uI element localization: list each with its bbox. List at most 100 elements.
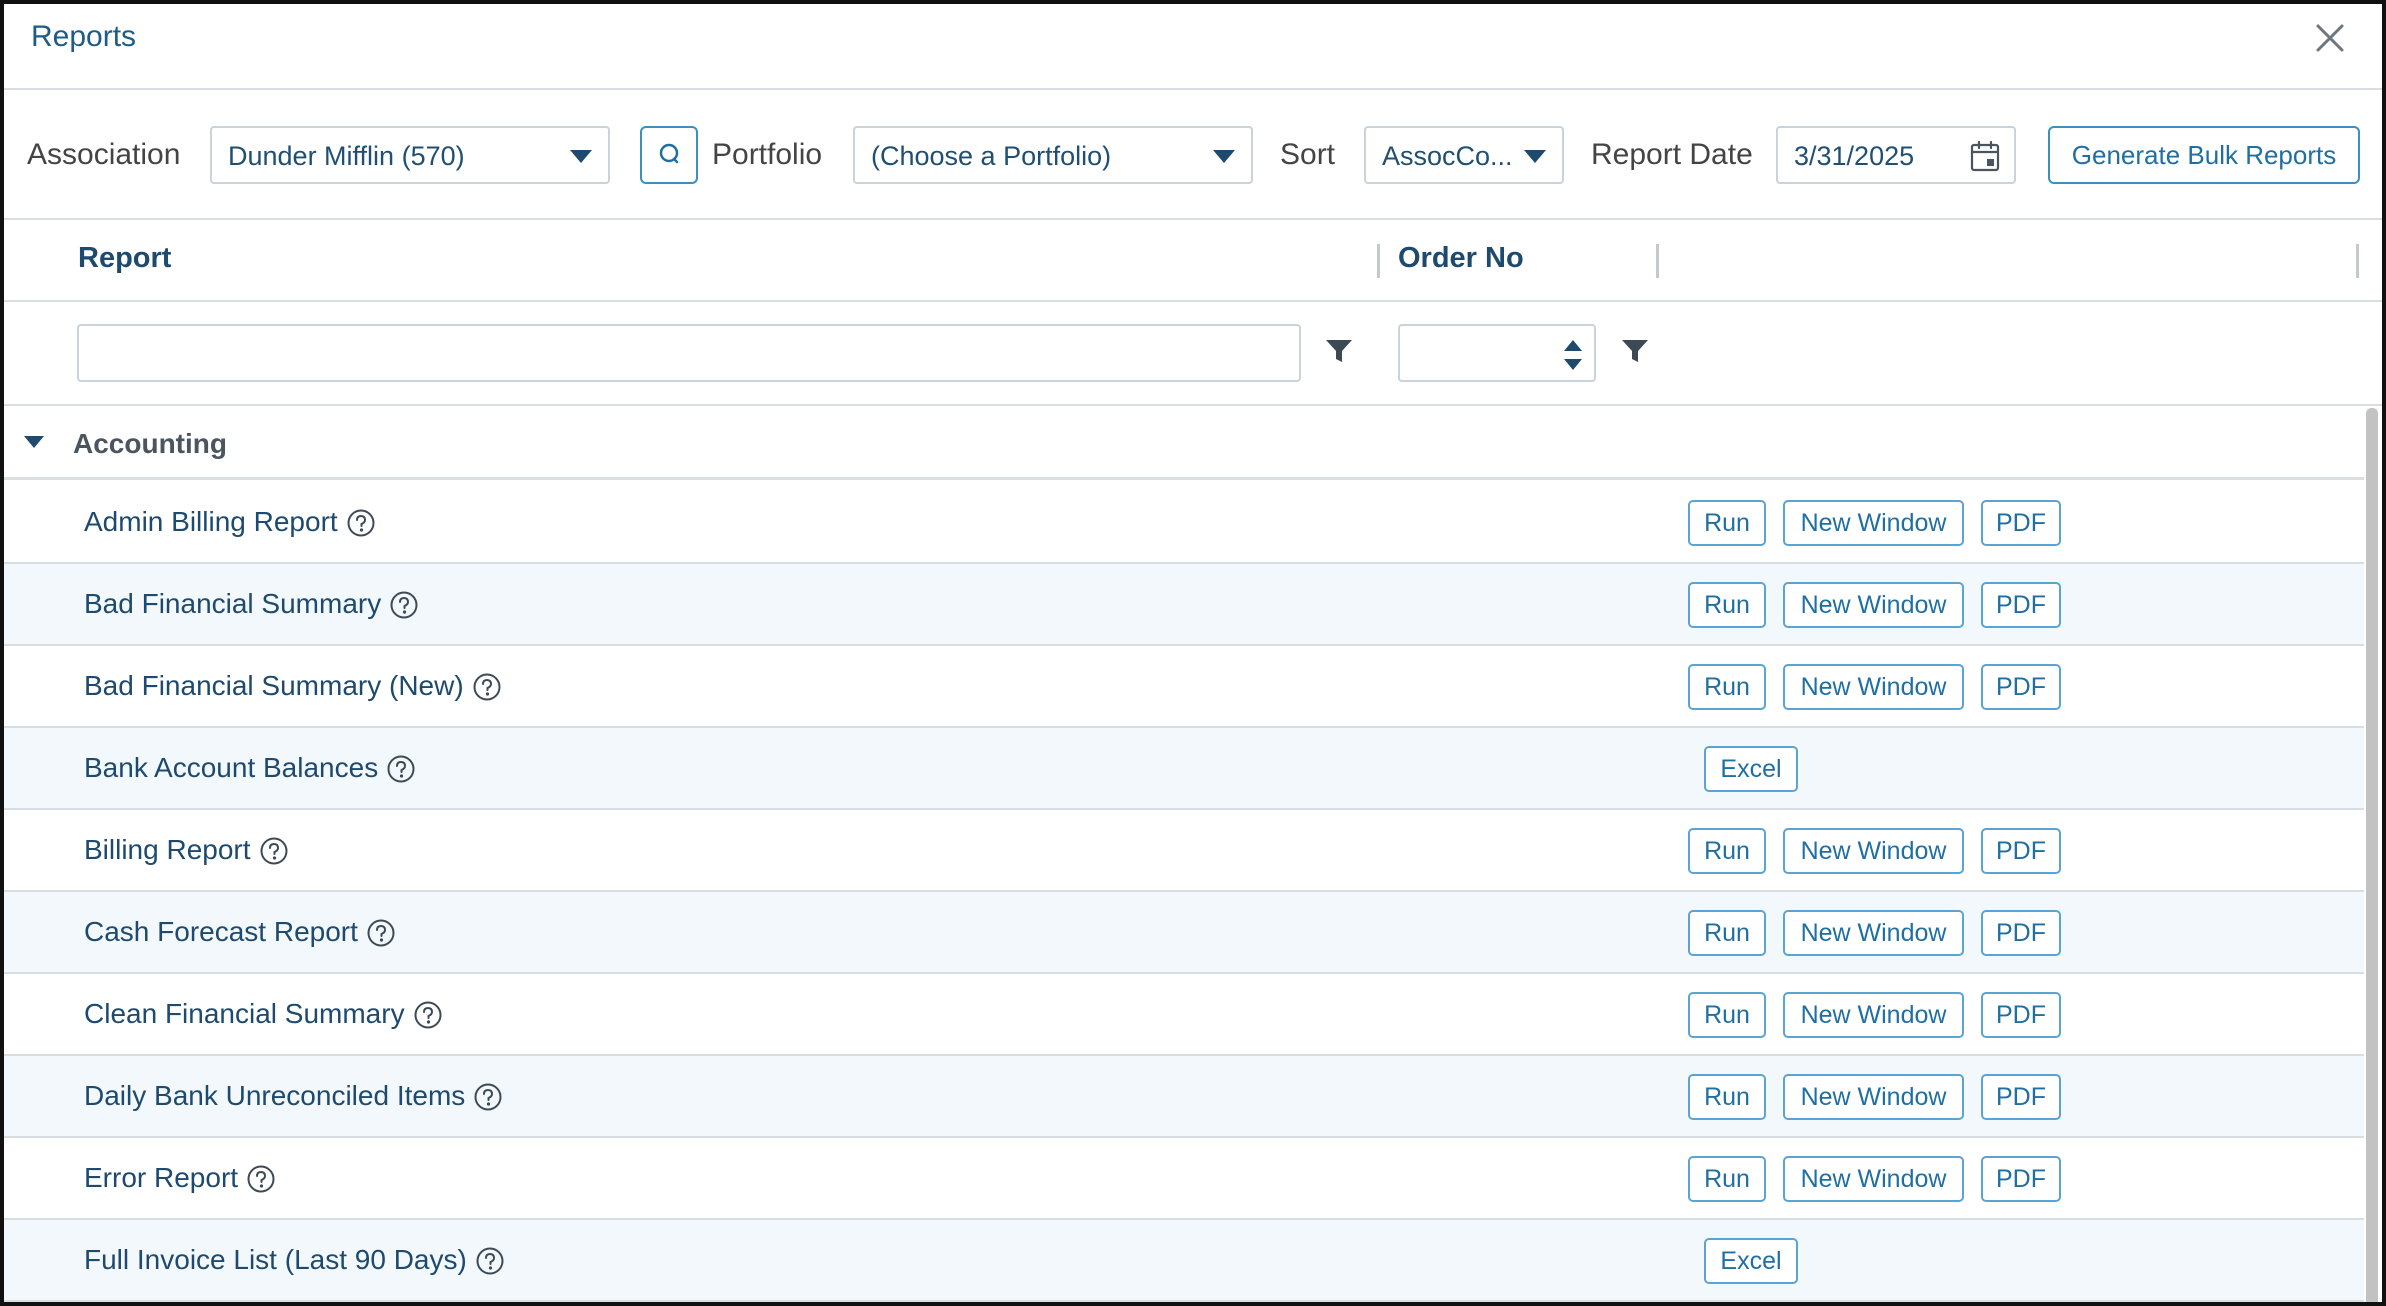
report-date-input[interactable]: 3/31/2025	[1776, 126, 2016, 184]
filter-row	[4, 302, 2382, 406]
association-select[interactable]: Dunder Mifflin (570)	[210, 126, 610, 184]
report-name-text: Bank Account Balances	[84, 752, 379, 783]
reports-dialog: Reports Association Dunder Mifflin (570)…	[0, 0, 2386, 1306]
pdf-button[interactable]: PDF	[1981, 910, 2061, 956]
column-resize-handle[interactable]	[2356, 244, 2359, 278]
run-button[interactable]: Run	[1688, 500, 1766, 546]
close-icon[interactable]	[2310, 18, 2350, 58]
pdf-button[interactable]: PDF	[1981, 992, 2061, 1038]
report-date-value: 3/31/2025	[1794, 141, 1915, 171]
chevron-down-icon	[1524, 150, 1546, 163]
table-row: Full Invoice List (Last 90 Days) Excel	[4, 1220, 2364, 1302]
help-icon[interactable]	[475, 1246, 505, 1276]
report-name: Bad Financial Summary	[84, 588, 419, 620]
run-button[interactable]: Run	[1688, 1156, 1766, 1202]
filter-icon[interactable]	[1324, 336, 1354, 366]
new-window-button[interactable]: New Window	[1783, 828, 1964, 874]
filter-icon[interactable]	[1620, 336, 1650, 366]
association-select-value: Dunder Mifflin (570)	[228, 141, 465, 171]
help-icon[interactable]	[346, 508, 376, 538]
report-name-text: Cash Forecast Report	[84, 916, 358, 947]
new-window-button[interactable]: New Window	[1783, 500, 1964, 546]
run-button[interactable]: Run	[1688, 828, 1766, 874]
generate-bulk-reports-button[interactable]: Generate Bulk Reports	[2048, 126, 2360, 184]
table-row: Clean Financial Summary Run New Window PDF	[4, 974, 2364, 1056]
pdf-button[interactable]: PDF	[1981, 500, 2061, 546]
help-icon[interactable]	[366, 918, 396, 948]
help-icon[interactable]	[259, 836, 289, 866]
pdf-button[interactable]: PDF	[1981, 664, 2061, 710]
new-window-button[interactable]: New Window	[1783, 582, 1964, 628]
run-button[interactable]: Run	[1688, 582, 1766, 628]
report-name-text: Bad Financial Summary	[84, 588, 382, 619]
report-name-text: Billing Report	[84, 834, 251, 865]
grid-header: Report Order No	[4, 220, 2382, 302]
group-row-accounting[interactable]: Accounting	[4, 408, 2364, 480]
help-icon[interactable]	[389, 590, 419, 620]
help-icon[interactable]	[473, 1082, 503, 1112]
column-resize-handle[interactable]	[1656, 244, 1659, 278]
report-name: Admin Billing Report	[84, 506, 376, 538]
association-label: Association	[27, 138, 181, 171]
table-row: Admin Billing Report Run New Window PDF	[4, 482, 2364, 564]
pdf-button[interactable]: PDF	[1981, 582, 2061, 628]
run-button[interactable]: Run	[1688, 992, 1766, 1038]
report-list: Admin Billing Report Run New Window PDF Bad …	[4, 482, 2364, 1302]
scrollbar-thumb[interactable]	[2366, 408, 2378, 1302]
chevron-down-icon	[1213, 150, 1235, 163]
new-window-button[interactable]: New Window	[1783, 664, 1964, 710]
vertical-scrollbar[interactable]	[2366, 408, 2378, 1302]
number-spinner-icon[interactable]	[1562, 338, 1584, 372]
column-header-order-no[interactable]: Order No	[1398, 242, 1524, 275]
run-button[interactable]: Run	[1688, 910, 1766, 956]
portfolio-select[interactable]: (Choose a Portfolio)	[853, 126, 1253, 184]
excel-button[interactable]: Excel	[1704, 746, 1798, 792]
run-button[interactable]: Run	[1688, 664, 1766, 710]
report-filter-input[interactable]	[77, 324, 1301, 382]
report-name: Daily Bank Unreconciled Items	[84, 1080, 503, 1112]
report-name: Billing Report	[84, 834, 289, 866]
column-resize-handle[interactable]	[1377, 244, 1380, 278]
column-header-report[interactable]: Report	[78, 242, 171, 275]
sort-select[interactable]: AssocCo...	[1364, 126, 1564, 184]
report-name-text: Full Invoice List (Last 90 Days)	[84, 1244, 467, 1275]
table-row: Bank Account Balances Excel	[4, 728, 2364, 810]
search-icon	[659, 143, 679, 164]
table-row: Bad Financial Summary (New) Run New Window…	[4, 646, 2364, 728]
calendar-icon[interactable]	[1970, 140, 2000, 172]
run-button[interactable]: Run	[1688, 1074, 1766, 1120]
report-name-text: Error Report	[84, 1162, 239, 1193]
pdf-button[interactable]: PDF	[1981, 1074, 2061, 1120]
new-window-button[interactable]: New Window	[1783, 910, 1964, 956]
pdf-button[interactable]: PDF	[1981, 828, 2061, 874]
order-no-filter-input[interactable]	[1398, 324, 1596, 382]
caret-down-icon[interactable]	[22, 432, 46, 452]
pdf-button[interactable]: PDF	[1981, 1156, 2061, 1202]
excel-button[interactable]: Excel	[1704, 1238, 1798, 1284]
new-window-button[interactable]: New Window	[1783, 992, 1964, 1038]
report-date-label: Report Date	[1591, 138, 1753, 171]
association-search-button[interactable]	[640, 126, 698, 184]
report-name-text: Clean Financial Summary	[84, 998, 405, 1029]
report-name: Clean Financial Summary	[84, 998, 443, 1030]
help-icon[interactable]	[413, 1000, 443, 1030]
report-toolbar: Association Dunder Mifflin (570) Portfol…	[4, 90, 2382, 220]
portfolio-select-value: (Choose a Portfolio)	[871, 141, 1112, 171]
report-name: Cash Forecast Report	[84, 916, 396, 948]
help-icon[interactable]	[246, 1164, 276, 1194]
sort-select-value: AssocCo...	[1382, 141, 1513, 171]
portfolio-label: Portfolio	[712, 138, 823, 171]
table-row: Billing Report Run New Window PDF	[4, 810, 2364, 892]
report-name: Full Invoice List (Last 90 Days)	[84, 1244, 505, 1276]
sort-label: Sort	[1280, 138, 1336, 171]
help-icon[interactable]	[386, 754, 416, 784]
report-name: Error Report	[84, 1162, 276, 1194]
new-window-button[interactable]: New Window	[1783, 1074, 1964, 1120]
table-row: Cash Forecast Report Run New Window PDF	[4, 892, 2364, 974]
new-window-button[interactable]: New Window	[1783, 1156, 1964, 1202]
report-name-text: Daily Bank Unreconciled Items	[84, 1080, 466, 1111]
chevron-down-icon	[570, 150, 592, 163]
help-icon[interactable]	[472, 672, 502, 702]
report-name: Bad Financial Summary (New)	[84, 670, 502, 702]
dialog-title: Reports	[31, 20, 137, 53]
